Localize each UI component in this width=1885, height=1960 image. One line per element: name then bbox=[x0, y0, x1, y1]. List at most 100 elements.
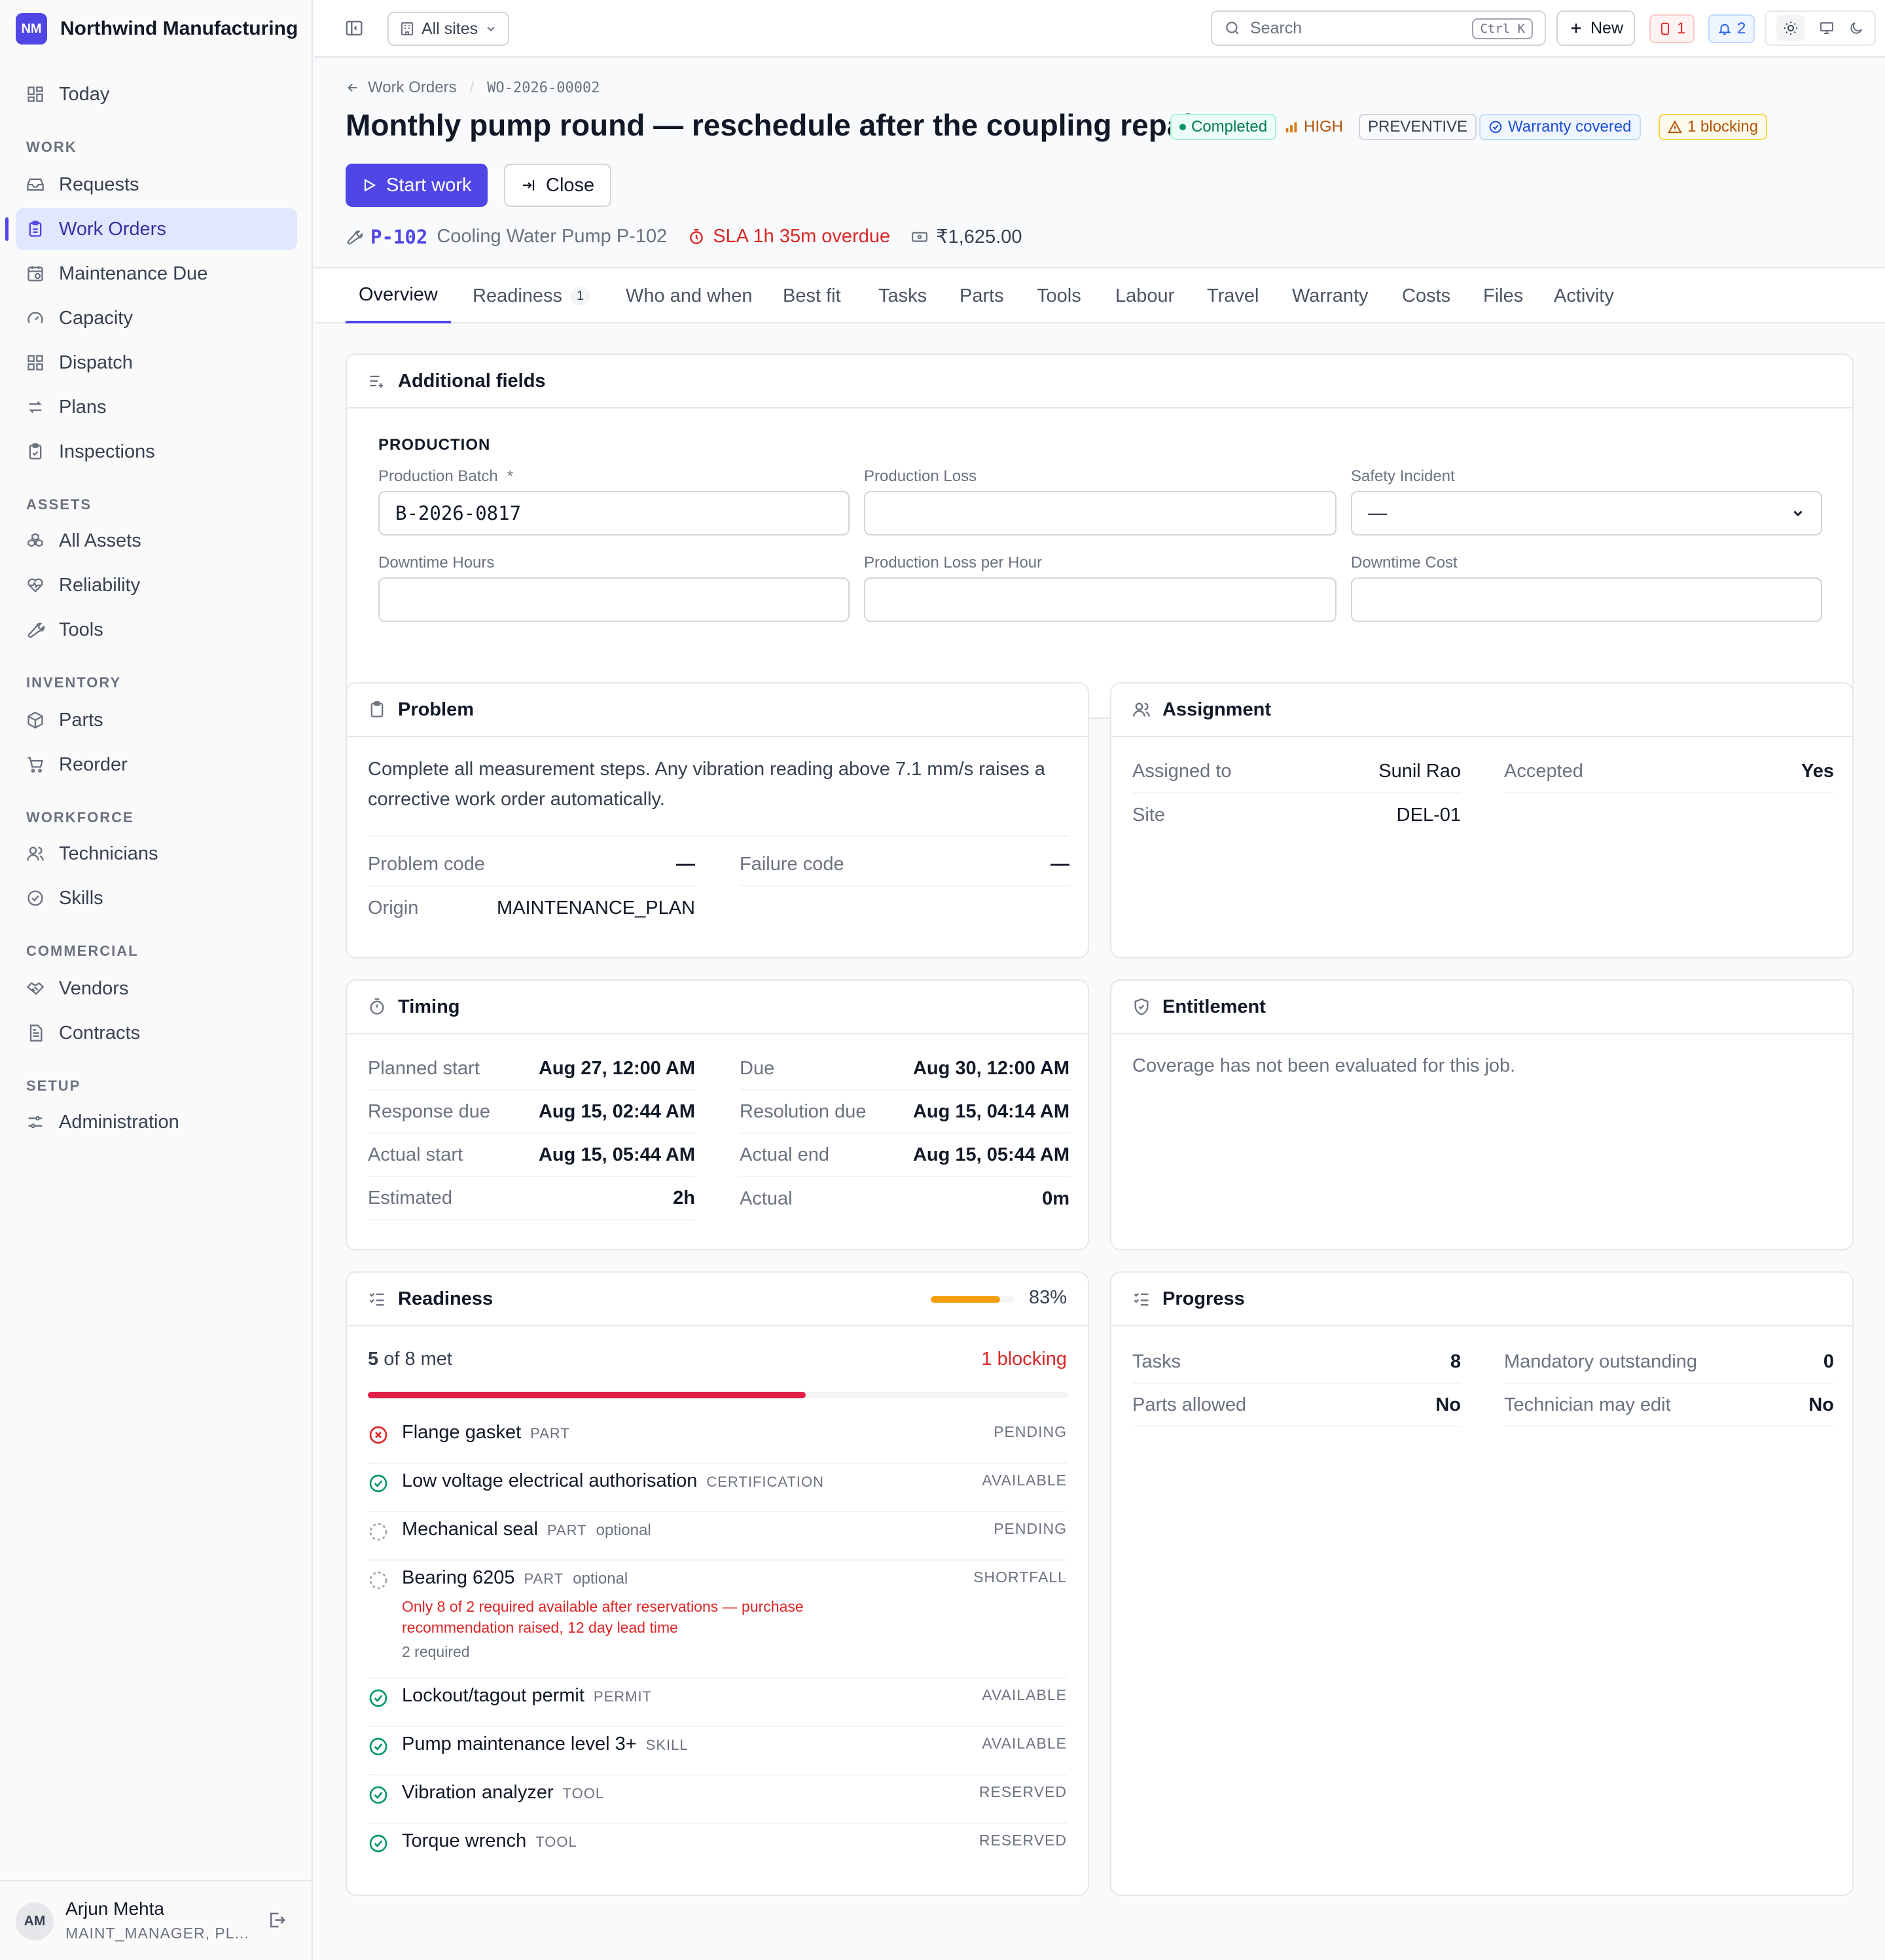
item-type: PART bbox=[547, 1522, 587, 1538]
readiness-item[interactable]: Low voltage electrical authorisation CERT… bbox=[368, 1464, 1067, 1512]
sidebar-item-parts[interactable]: Parts bbox=[16, 699, 297, 741]
sidebar-item-label: Inspections bbox=[59, 441, 155, 462]
tab-activity[interactable]: Activity bbox=[1541, 268, 1627, 323]
tab-label: Activity bbox=[1554, 285, 1614, 306]
warranty-badge: Warranty covered bbox=[1479, 114, 1641, 140]
sun-icon[interactable] bbox=[1776, 15, 1806, 41]
readiness-item[interactable]: Mechanical seal PART optional PENDING bbox=[368, 1512, 1067, 1561]
sidebar-item-inspections[interactable]: Inspections bbox=[16, 431, 297, 473]
select-value: — bbox=[1368, 502, 1387, 524]
readiness-item[interactable]: Flange gasket PART PENDING bbox=[368, 1415, 1067, 1464]
gauge-icon bbox=[26, 309, 45, 327]
boxes-icon bbox=[26, 532, 45, 550]
item-name: Bearing 6205 bbox=[402, 1567, 515, 1588]
sidebar-item-vendors[interactable]: Vendors bbox=[16, 968, 297, 1009]
sidebar-item-today[interactable]: Today bbox=[16, 73, 297, 115]
safety-incident-select[interactable]: — bbox=[1351, 491, 1822, 535]
list-plus-icon bbox=[368, 372, 386, 390]
production-loss-per-hour-label: Production Loss per Hour bbox=[864, 554, 1043, 572]
readiness-item[interactable]: Vibration analyzer TOOL RESERVED bbox=[368, 1775, 1067, 1824]
user-menu[interactable]: AM Arjun Mehta MAINT_MANAGER, PL... bbox=[0, 1880, 313, 1960]
item-name: Pump maintenance level 3+ bbox=[402, 1733, 637, 1754]
tab-files[interactable]: Files bbox=[1470, 268, 1536, 323]
sidebar-item-requests[interactable]: Requests bbox=[16, 164, 297, 206]
tab-labour[interactable]: Labour bbox=[1102, 268, 1187, 323]
sidebar-item-dispatch[interactable]: Dispatch bbox=[16, 342, 297, 384]
start-work-button[interactable]: Start work bbox=[346, 164, 488, 207]
card-header: Timing bbox=[347, 981, 1088, 1034]
list-checks-icon bbox=[1132, 1290, 1151, 1308]
sidebar-item-reliability[interactable]: Reliability bbox=[16, 564, 297, 606]
readiness-met-summary: 5 of 8 met bbox=[368, 1349, 452, 1370]
tab-tools[interactable]: Tools bbox=[1024, 268, 1094, 323]
search-input[interactable]: Search Ctrl K bbox=[1211, 10, 1546, 46]
item-name: Torque wrench bbox=[402, 1830, 527, 1851]
sidebar-item-all-assets[interactable]: All Assets bbox=[16, 520, 297, 562]
tab-warranty[interactable]: Warranty bbox=[1279, 268, 1382, 323]
tab-parts[interactable]: Parts bbox=[946, 268, 1017, 323]
notifications-button[interactable]: 2 bbox=[1708, 14, 1755, 43]
asset-code-link[interactable]: P-102 bbox=[370, 226, 427, 248]
readiness-item-title: Vibration analyzer TOOL bbox=[402, 1782, 604, 1804]
logout-icon[interactable] bbox=[267, 1910, 287, 1930]
monitor-icon[interactable] bbox=[1819, 20, 1835, 36]
readiness-item[interactable]: Bearing 6205 PART optional SHORTFALL Only … bbox=[368, 1561, 1067, 1679]
sidebar-item-maintenance-due[interactable]: Maintenance Due bbox=[16, 253, 297, 295]
readiness-item[interactable]: Pump maintenance level 3+ SKILL AVAILABLE bbox=[368, 1727, 1067, 1775]
sidebar-item-administration[interactable]: Administration bbox=[16, 1101, 297, 1143]
alerts-button[interactable]: 1 bbox=[1649, 14, 1695, 43]
downtime-cost-input[interactable] bbox=[1351, 577, 1822, 622]
sidebar-item-label: Capacity bbox=[59, 307, 133, 329]
tab-travel[interactable]: Travel bbox=[1194, 268, 1272, 323]
estimated-row: Estimated 2h bbox=[368, 1177, 695, 1220]
production-loss-per-hour-input[interactable] bbox=[864, 577, 1337, 622]
arrow-left-icon[interactable] bbox=[346, 81, 360, 95]
kv-label: Actual bbox=[740, 1188, 793, 1209]
kv-label: Origin bbox=[368, 897, 419, 918]
response-due-row: Response due Aug 15, 02:44 AM bbox=[368, 1091, 695, 1134]
readiness-item[interactable]: Torque wrench TOOL RESERVED bbox=[368, 1824, 1067, 1872]
sidebar-item-reorder[interactable]: Reorder bbox=[16, 744, 297, 786]
brand[interactable]: NM Northwind Manufacturing bbox=[16, 13, 298, 45]
sidebar-item-capacity[interactable]: Capacity bbox=[16, 297, 297, 339]
kv-label: Actual start bbox=[368, 1144, 463, 1165]
sidebar-item-label: Vendors bbox=[59, 977, 129, 999]
type-badge: PREVENTIVE bbox=[1359, 114, 1477, 140]
tab-tasks[interactable]: Tasks bbox=[865, 268, 940, 323]
parts-allowed-row: Parts allowed No bbox=[1132, 1384, 1461, 1427]
sidebar-item-tools[interactable]: Tools bbox=[16, 609, 297, 651]
sidebar-item-label: Today bbox=[59, 83, 110, 105]
tab-readiness[interactable]: Readiness 1 bbox=[459, 268, 603, 323]
sidebar-item-plans[interactable]: Plans bbox=[16, 386, 297, 428]
sidebar-item-label: Skills bbox=[59, 887, 103, 909]
breadcrumb-work-orders[interactable]: Work Orders bbox=[368, 79, 457, 97]
production-batch-input[interactable]: B-2026-0817 bbox=[378, 491, 850, 535]
tab-best-fit[interactable]: Best fit bbox=[770, 268, 854, 323]
check-circle-icon bbox=[368, 1473, 389, 1494]
additional-fields-card: Additional fields PRODUCTION Production … bbox=[346, 354, 1854, 719]
mandatory-outstanding-row: Mandatory outstanding 0 bbox=[1504, 1341, 1834, 1384]
site-selector[interactable]: All sites bbox=[387, 12, 510, 46]
sidebar-item-skills[interactable]: Skills bbox=[16, 877, 297, 919]
readiness-item-title: Torque wrench TOOL bbox=[402, 1830, 577, 1852]
asset-name: Cooling Water Pump P-102 bbox=[437, 226, 668, 247]
moon-icon[interactable] bbox=[1848, 20, 1864, 36]
readiness-progress-fill bbox=[368, 1392, 806, 1398]
tab-count-badge: 1 bbox=[570, 287, 591, 305]
item-name: Flange gasket bbox=[402, 1422, 522, 1443]
downtime-hours-input[interactable] bbox=[378, 577, 850, 622]
sidebar-item-label: Dispatch bbox=[59, 352, 133, 373]
tab-who-and-when[interactable]: Who and when bbox=[613, 268, 765, 323]
production-loss-input[interactable] bbox=[864, 491, 1337, 535]
wrench-icon bbox=[346, 228, 363, 245]
tab-overview[interactable]: Overview bbox=[346, 268, 451, 323]
sidebar-item-work-orders[interactable]: Work Orders bbox=[5, 208, 297, 250]
sidebar-toggle-icon[interactable] bbox=[344, 18, 364, 38]
new-button[interactable]: New bbox=[1556, 10, 1636, 46]
sidebar-item-technicians[interactable]: Technicians bbox=[16, 833, 297, 875]
tab-costs[interactable]: Costs bbox=[1389, 268, 1463, 323]
tab-bar: Overview Readiness 1 Who and when Best fi… bbox=[314, 267, 1885, 323]
readiness-item[interactable]: Lockout/tagout permit PERMIT AVAILABLE bbox=[368, 1679, 1067, 1727]
sidebar-item-contracts[interactable]: Contracts bbox=[16, 1012, 297, 1054]
close-button[interactable]: Close bbox=[504, 164, 612, 207]
